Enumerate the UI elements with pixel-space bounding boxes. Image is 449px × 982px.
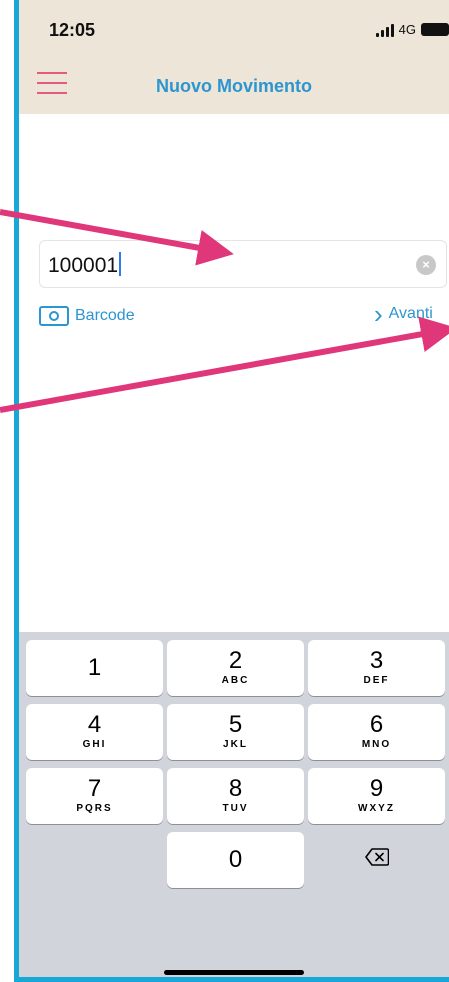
numeric-keypad: 1 2 ABC 3 DEF 4 GHI 5 JKL 6 MNO 7 PQRS 8… <box>19 632 449 977</box>
status-time: 12:05 <box>49 20 96 40</box>
avanti-button[interactable]: › Avanti <box>374 299 433 329</box>
signal-icon <box>375 23 394 37</box>
clear-icon[interactable]: × <box>416 255 436 275</box>
key-0[interactable]: 0 <box>167 832 304 888</box>
avanti-label: Avanti <box>388 305 433 322</box>
nav-bar: Nuovo Movimento <box>19 58 449 114</box>
key-8[interactable]: 8 TUV <box>167 768 304 824</box>
status-indicators: 4G <box>375 22 449 37</box>
backspace-icon <box>364 848 389 866</box>
key-5[interactable]: 5 JKL <box>167 704 304 760</box>
key-1[interactable]: 1 <box>26 640 163 696</box>
code-input[interactable]: 100001 × <box>39 240 447 288</box>
camera-icon <box>39 306 69 326</box>
chevron-right-icon: › <box>374 299 383 329</box>
key-4[interactable]: 4 GHI <box>26 704 163 760</box>
barcode-button[interactable]: Barcode <box>39 306 135 326</box>
key-9[interactable]: 9 WXYZ <box>308 768 445 824</box>
key-6[interactable]: 6 MNO <box>308 704 445 760</box>
status-bar: 12:05 4G <box>19 0 449 58</box>
delete-key[interactable] <box>308 832 445 888</box>
key-2[interactable]: 2 ABC <box>167 640 304 696</box>
battery-icon <box>421 23 449 36</box>
page-title: Nuovo Movimento <box>156 76 312 96</box>
barcode-label: Barcode <box>75 307 135 324</box>
text-caret <box>119 252 122 276</box>
phone-screen: 12:05 4G Nuovo Movimento 100001 × Barcod… <box>14 0 449 982</box>
network-type: 4G <box>398 22 416 37</box>
outer-margin <box>0 0 14 982</box>
home-indicator <box>164 970 304 975</box>
code-input-value[interactable]: 100001 <box>48 252 122 278</box>
key-7[interactable]: 7 PQRS <box>26 768 163 824</box>
key-3[interactable]: 3 DEF <box>308 640 445 696</box>
